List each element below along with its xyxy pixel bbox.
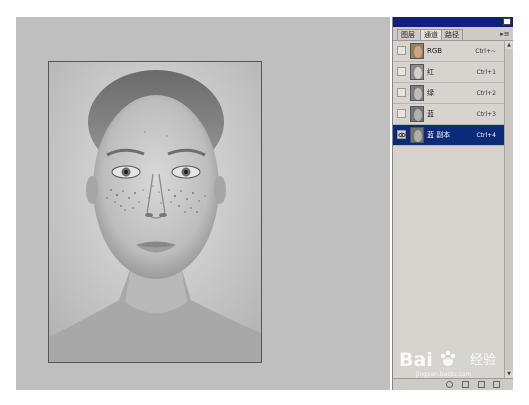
load-selection-icon[interactable] [446,381,453,388]
visibility-toggle[interactable] [397,88,406,97]
channel-thumbnail [410,127,424,143]
visibility-toggle[interactable] [397,67,406,76]
panel-scrollbar[interactable]: ▲ ▼ [504,41,513,378]
visibility-toggle[interactable] [397,109,406,118]
close-icon[interactable] [503,18,511,25]
paw-logo-icon [440,350,456,366]
channel-thumbnail [410,43,424,59]
channel-thumbnail [410,106,424,122]
channel-row-blue-copy[interactable]: 蓝 副本 Ctrl+4 [393,125,513,146]
tab-paths[interactable]: 路径 [441,29,463,40]
panel-footer [393,378,513,390]
channel-thumbnail [410,64,424,80]
channel-shortcut: Ctrl+1 [476,69,496,76]
channel-shortcut: Ctrl+~ [475,48,496,55]
channel-name: 蓝 [427,110,434,118]
channel-shortcut: Ctrl+3 [476,111,496,118]
panel-tabs: 图层 通道 路径 ▸≡ [393,27,513,41]
scroll-up-arrow-icon[interactable]: ▲ [505,41,513,49]
new-channel-icon[interactable] [478,381,485,388]
portrait-photo [49,62,261,362]
panel-menu-icon[interactable]: ▸≡ [500,30,510,38]
watermark-brand: Bai [399,349,433,371]
baidu-watermark: Bai 经验 jingyan.baidu.com [399,349,509,379]
channels-panel: 图层 通道 路径 ▸≡ RGB Ctrl+~ 红 Ctrl+1 绿 Ctrl+2… [392,17,513,390]
channel-shortcut: Ctrl+2 [476,90,496,97]
visibility-toggle[interactable] [397,46,406,55]
channel-name: 蓝 副本 [427,131,451,139]
document-image[interactable] [48,61,262,363]
tab-channels[interactable]: 通道 [420,29,442,40]
channel-name: RGB [427,47,443,55]
save-selection-icon[interactable] [462,381,469,388]
panel-titlebar[interactable] [393,17,513,27]
channel-name: 红 [427,68,434,76]
tab-layers[interactable]: 图层 [397,29,421,40]
channel-shortcut: Ctrl+4 [476,132,496,139]
channel-row-red[interactable]: 红 Ctrl+1 [393,62,513,83]
watermark-suffix: 经验 [470,353,497,368]
channel-name: 绿 [427,89,434,97]
channel-thumbnail [410,85,424,101]
visibility-toggle[interactable] [397,130,406,139]
channel-row-rgb[interactable]: RGB Ctrl+~ [393,41,513,62]
delete-channel-icon[interactable] [493,381,500,388]
channel-row-blue[interactable]: 蓝 Ctrl+3 [393,104,513,125]
watermark-url: jingyan.baidu.com [416,371,472,378]
channel-row-green[interactable]: 绿 Ctrl+2 [393,83,513,104]
eye-icon [398,132,406,138]
